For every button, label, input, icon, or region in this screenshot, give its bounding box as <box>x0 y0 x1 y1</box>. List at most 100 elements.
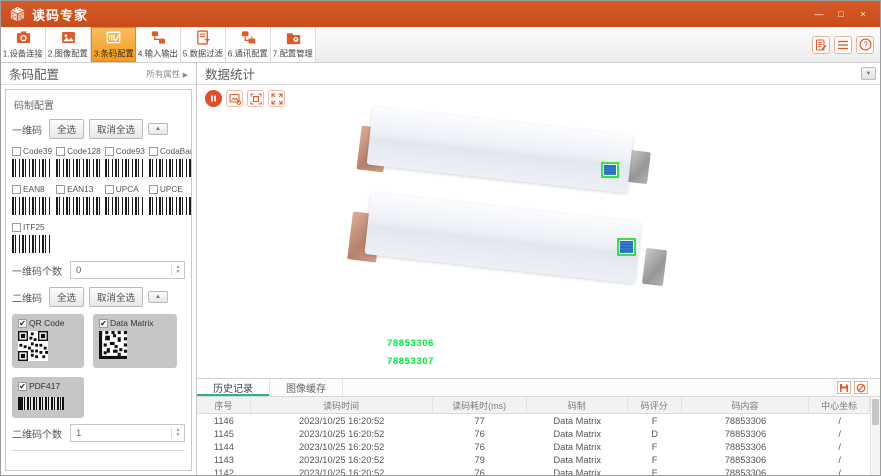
barcode-2d-cards: ✔QR Code✔Data Matrix✔PDF417 <box>12 314 185 418</box>
one-d-collapse-button[interactable]: ▲ <box>148 123 168 135</box>
detect-box-top <box>601 162 619 178</box>
table-scrollbar[interactable] <box>870 397 880 475</box>
table-row[interactable]: 11432023/10/25 16:20:5279Data MatrixF788… <box>197 453 870 466</box>
code93-checkbox[interactable] <box>105 147 114 156</box>
upce-checkbox[interactable] <box>149 185 158 194</box>
one-d-deselect-all-button[interactable]: 取消全选 <box>89 119 143 139</box>
minimize-icon[interactable]: — <box>810 7 828 21</box>
help-icon[interactable]: ? <box>856 36 874 54</box>
one-d-count-row: 一维码个数 0 ▲▼ <box>12 261 185 279</box>
scrollbar-thumb[interactable] <box>872 399 879 425</box>
detect-box-bottom <box>617 238 636 256</box>
table-cell: 2023/10/25 16:20:52 <box>251 414 433 427</box>
barcode-preview-image <box>12 235 52 253</box>
tab-history[interactable]: 历史记录 <box>197 379 270 396</box>
column-header[interactable]: 码内容 <box>682 397 810 413</box>
pdf417-checkbox[interactable]: ✔ <box>18 382 27 391</box>
column-header[interactable]: 读码耗时(ms) <box>433 397 527 413</box>
barcode-item-ean13: EAN13 <box>56 184 101 215</box>
battery-slab-top <box>367 107 634 193</box>
barcode-card-pdf417[interactable]: ✔PDF417 <box>12 377 84 418</box>
history-table-body: 11462023/10/25 16:20:5277Data MatrixF788… <box>197 414 870 475</box>
one-d-count-stepper[interactable]: 0 ▲▼ <box>70 261 185 279</box>
ean8-checkbox[interactable] <box>12 185 21 194</box>
two-d-collapse-button[interactable]: ▲ <box>148 291 168 303</box>
tab-image-cache[interactable]: 图像缓存 <box>270 379 343 396</box>
toolbar-tab-5[interactable]: 5.数据过滤 <box>181 27 226 62</box>
dm-checkbox[interactable]: ✔ <box>99 319 108 328</box>
toolbar-tab-7[interactable]: 7.配置管理 <box>271 27 316 62</box>
code128-checkbox[interactable] <box>56 147 65 156</box>
table-cell: 79 <box>433 453 527 466</box>
two-d-count-stepper[interactable]: 1 ▲▼ <box>70 424 185 442</box>
camera-icon <box>15 29 32 46</box>
column-header[interactable]: 码评分 <box>628 397 682 413</box>
app-logo-cube-icon <box>9 6 26 23</box>
list-button[interactable] <box>834 36 852 54</box>
toolbar-tab-strip: 1.设备连接2.图像配置3.条码配置4.输入输出5.数据过滤6.通讯配置7.配置… <box>1 27 316 62</box>
table-cell: 2023/10/25 16:20:52 <box>251 440 433 453</box>
table-cell: / <box>809 453 870 466</box>
table-row[interactable]: 11462023/10/25 16:20:5277Data MatrixF788… <box>197 414 870 427</box>
svg-text:?: ? <box>863 40 868 49</box>
toolbar-tab-4[interactable]: 4.输入输出 <box>136 27 181 62</box>
two-d-deselect-all-button[interactable]: 取消全选 <box>89 287 143 307</box>
itf25-checkbox[interactable] <box>12 223 21 232</box>
table-row[interactable]: 11422023/10/25 16:20:5276Data MatrixF788… <box>197 466 870 475</box>
fit-view-button[interactable] <box>268 90 285 107</box>
column-header[interactable]: 中心坐标 <box>809 397 870 413</box>
barcode-card-dm[interactable]: ✔Data Matrix <box>93 314 177 368</box>
camera-image-view[interactable]: 78853306 78853307 <box>197 85 880 379</box>
clear-icon[interactable] <box>854 381 868 394</box>
table-cell: 77 <box>433 414 527 427</box>
roi-button[interactable] <box>247 90 264 107</box>
two-d-select-all-button[interactable]: 全选 <box>49 287 84 307</box>
close-icon[interactable]: × <box>854 7 872 21</box>
decode-result-2: 78853307 <box>387 356 434 367</box>
qr-checkbox[interactable]: ✔ <box>18 319 27 328</box>
maximize-icon[interactable]: □ <box>832 7 850 21</box>
toolbar-tab-2[interactable]: 2.图像配置 <box>46 27 91 62</box>
history-table: 序号读码时间读码耗时(ms)码制码评分码内容中心坐标 11462023/10/2… <box>197 397 870 475</box>
table-cell: 1146 <box>197 414 251 427</box>
stepper-arrows-icon[interactable]: ▲▼ <box>171 428 184 438</box>
image-settings-button[interactable] <box>226 90 243 107</box>
column-header[interactable]: 序号 <box>197 397 251 413</box>
barcode-name: UPCA <box>116 184 139 194</box>
report-button[interactable] <box>812 36 830 54</box>
table-row[interactable]: 11442023/10/25 16:20:5276Data MatrixF788… <box>197 440 870 453</box>
barcode-card-qr[interactable]: ✔QR Code <box>12 314 84 368</box>
column-header[interactable]: 码制 <box>527 397 628 413</box>
datamatrix-label-top <box>604 165 616 175</box>
barcode-preview-image <box>105 197 145 215</box>
toolbar-tab-1[interactable]: 1.设备连接 <box>1 27 46 62</box>
codabar-checkbox[interactable] <box>149 147 158 156</box>
code-config-box: 码制配置 一维码 全选 取消全选 ▲ Code39Code128Code93Co… <box>5 89 192 471</box>
chevron-down-icon[interactable]: ▼ <box>861 67 876 80</box>
code39-checkbox[interactable] <box>12 147 21 156</box>
toolbar-tab-label: 1.设备连接 <box>3 48 43 60</box>
toolbar-tab-3[interactable]: 3.条码配置 <box>91 27 136 62</box>
pause-button[interactable] <box>205 90 222 107</box>
save-icon[interactable] <box>837 381 851 394</box>
upca-checkbox[interactable] <box>105 185 114 194</box>
table-row[interactable]: 11452023/10/25 16:20:5276Data MatrixD788… <box>197 427 870 440</box>
barcode-preview-image <box>149 197 192 215</box>
data-filter-icon <box>195 29 212 46</box>
left-panel-title: 条码配置 <box>9 64 59 83</box>
qr-preview-image <box>18 331 78 364</box>
one-d-select-all-button[interactable]: 全选 <box>49 119 84 139</box>
toolbar-tab-6[interactable]: 6.通讯配置 <box>226 27 271 62</box>
barcode-item-codabar: CodaBar <box>149 146 192 177</box>
table-cell: 2023/10/25 16:20:52 <box>251 466 433 475</box>
panel-divider <box>12 450 185 451</box>
table-cell: / <box>809 414 870 427</box>
table-cell: 78853306 <box>682 440 810 453</box>
ean13-checkbox[interactable] <box>56 185 65 194</box>
image-toolbar <box>205 90 285 107</box>
stepper-arrows-icon[interactable]: ▲▼ <box>171 265 184 275</box>
table-cell: 76 <box>433 440 527 453</box>
table-cell: 76 <box>433 427 527 440</box>
all-properties-link[interactable]: 所有属性 ▶ <box>146 68 188 80</box>
column-header[interactable]: 读码时间 <box>251 397 433 413</box>
